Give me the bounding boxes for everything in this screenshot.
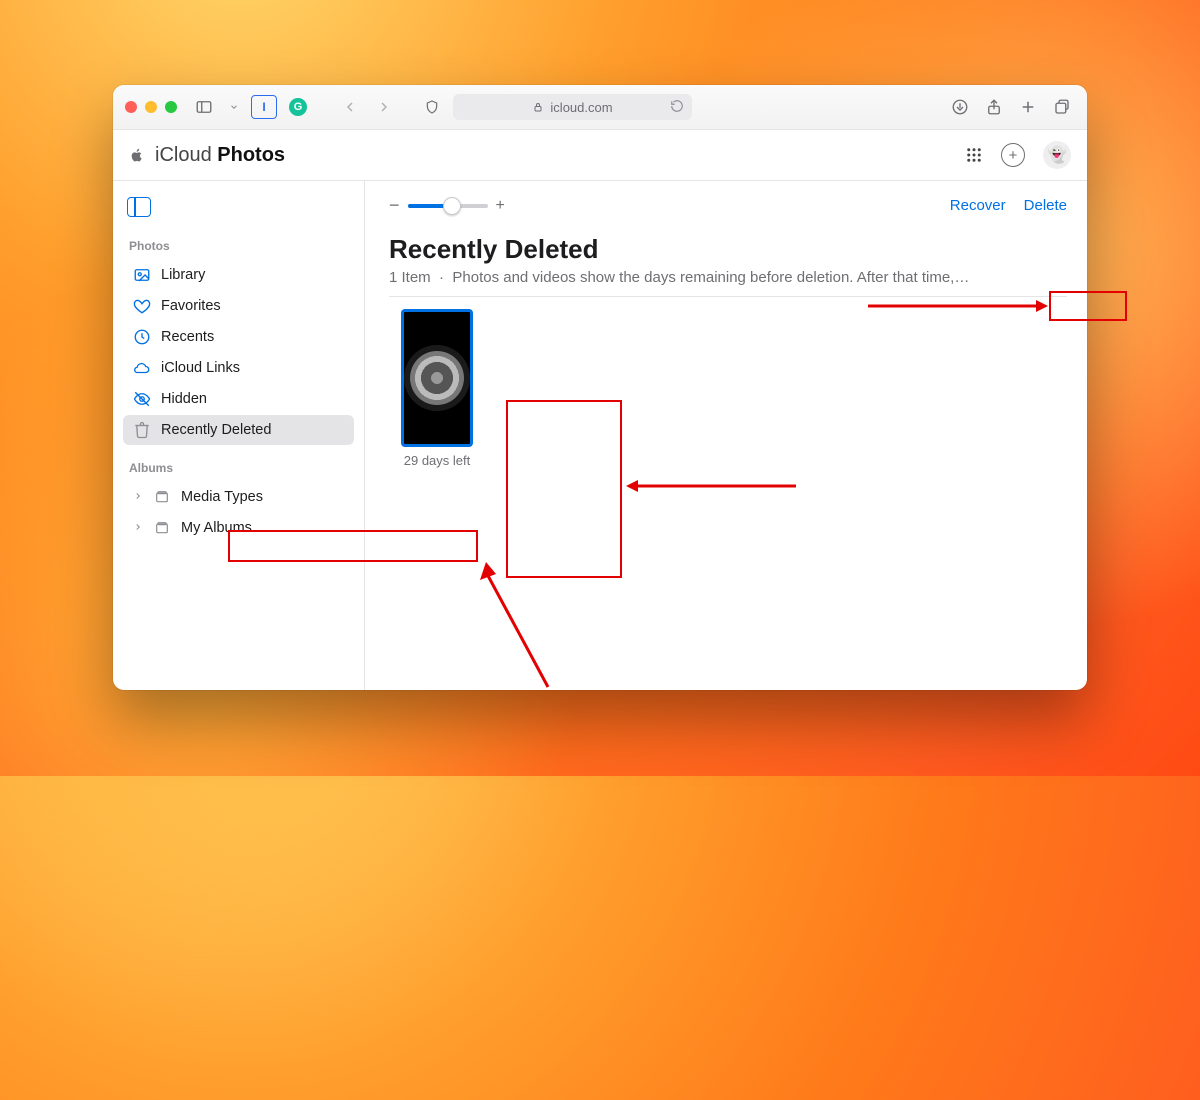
safari-window: I G icloud.com xyxy=(113,85,1087,690)
subtitle-text: Photos and videos show the days remainin… xyxy=(452,269,969,286)
trash-icon xyxy=(133,421,151,439)
share-icon[interactable] xyxy=(981,95,1007,119)
sidebar-item-icloud-links[interactable]: iCloud Links xyxy=(123,353,354,383)
sidebar: Photos Library Favorites Recents iCloud … xyxy=(113,181,365,690)
recover-button[interactable]: Recover xyxy=(950,197,1006,214)
chevron-right-icon xyxy=(133,520,143,536)
sidebar-item-favorites[interactable]: Favorites xyxy=(123,291,354,321)
fullscreen-window-button[interactable] xyxy=(165,101,177,113)
main-content: − + Recover Delete Recently Deleted 1 It… xyxy=(365,181,1087,690)
privacy-report-icon[interactable] xyxy=(419,95,445,119)
heart-icon xyxy=(133,297,151,315)
app-product: Photos xyxy=(217,144,285,166)
photo-thumbnail[interactable]: 29 days left xyxy=(389,309,485,468)
sidebar-item-hidden[interactable]: Hidden xyxy=(123,384,354,414)
minimize-window-button[interactable] xyxy=(145,101,157,113)
sidebar-item-label: iCloud Links xyxy=(161,360,240,376)
days-left-label: 29 days left xyxy=(404,453,471,468)
library-icon xyxy=(133,266,151,284)
sidebar-item-label: Hidden xyxy=(161,391,207,407)
browser-toolbar: I G icloud.com xyxy=(113,85,1087,130)
close-window-button[interactable] xyxy=(125,101,137,113)
reload-icon[interactable] xyxy=(670,99,684,116)
sidebar-section-albums: Albums xyxy=(119,455,358,481)
sidebar-toggle-icon[interactable] xyxy=(191,95,217,119)
upload-button[interactable]: + xyxy=(1001,143,1025,167)
grammarly-icon[interactable]: G xyxy=(285,95,311,119)
wheel-icon xyxy=(410,351,464,405)
sidebar-item-label: Favorites xyxy=(161,298,221,314)
sidebar-item-label: Media Types xyxy=(181,489,263,505)
cloud-icon xyxy=(133,359,151,377)
chevron-right-icon xyxy=(133,489,143,505)
zoom-out-icon[interactable]: − xyxy=(389,195,400,216)
lock-icon xyxy=(532,101,544,113)
content-toolbar: − + Recover Delete xyxy=(389,195,1067,216)
chevron-down-icon[interactable] xyxy=(225,98,243,116)
sidebar-item-library[interactable]: Library xyxy=(123,260,354,290)
app-brand: iCloud xyxy=(155,144,212,166)
url-host: icloud.com xyxy=(550,100,612,115)
sidebar-item-my-albums[interactable]: My Albums xyxy=(123,513,354,543)
zoom-slider[interactable] xyxy=(408,204,488,208)
forward-button[interactable] xyxy=(371,95,397,119)
sidebar-item-recents[interactable]: Recents xyxy=(123,322,354,352)
back-button[interactable] xyxy=(337,95,363,119)
tab-overview-icon[interactable] xyxy=(1049,95,1075,119)
page-title: Recently Deleted xyxy=(389,234,1067,265)
item-count: 1 Item xyxy=(389,269,431,286)
sidebar-item-label: My Albums xyxy=(181,520,252,536)
sidebar-section-photos: Photos xyxy=(119,233,358,259)
account-avatar[interactable]: 👻 xyxy=(1043,141,1071,169)
apple-logo-icon xyxy=(129,146,145,164)
sidebar-item-media-types[interactable]: Media Types xyxy=(123,482,354,512)
folder-icon xyxy=(153,519,171,537)
zoom-in-icon[interactable]: + xyxy=(496,197,505,215)
sidebar-item-label: Library xyxy=(161,267,205,283)
app-title: iCloud Photos xyxy=(155,144,285,167)
address-bar[interactable]: icloud.com xyxy=(453,94,692,120)
sidebar-item-label: Recents xyxy=(161,329,214,345)
app-switcher-icon[interactable] xyxy=(965,146,983,164)
sidebar-item-label: Recently Deleted xyxy=(161,422,271,438)
thumbnail-image xyxy=(401,309,473,447)
downloads-icon[interactable] xyxy=(947,95,973,119)
sidebar-collapse-icon[interactable] xyxy=(127,197,151,217)
sidebar-item-recently-deleted[interactable]: Recently Deleted xyxy=(123,415,354,445)
extension-icon[interactable]: I xyxy=(251,95,277,119)
traffic-lights xyxy=(125,101,177,113)
new-tab-icon[interactable] xyxy=(1015,95,1041,119)
page-subtitle: 1 Item · Photos and videos show the days… xyxy=(389,269,1067,297)
zoom-control[interactable]: − + xyxy=(389,195,505,216)
clock-icon xyxy=(133,328,151,346)
app-header: iCloud Photos + 👻 xyxy=(113,130,1087,181)
eye-slash-icon xyxy=(133,390,151,408)
delete-button[interactable]: Delete xyxy=(1024,197,1067,214)
folder-icon xyxy=(153,488,171,506)
